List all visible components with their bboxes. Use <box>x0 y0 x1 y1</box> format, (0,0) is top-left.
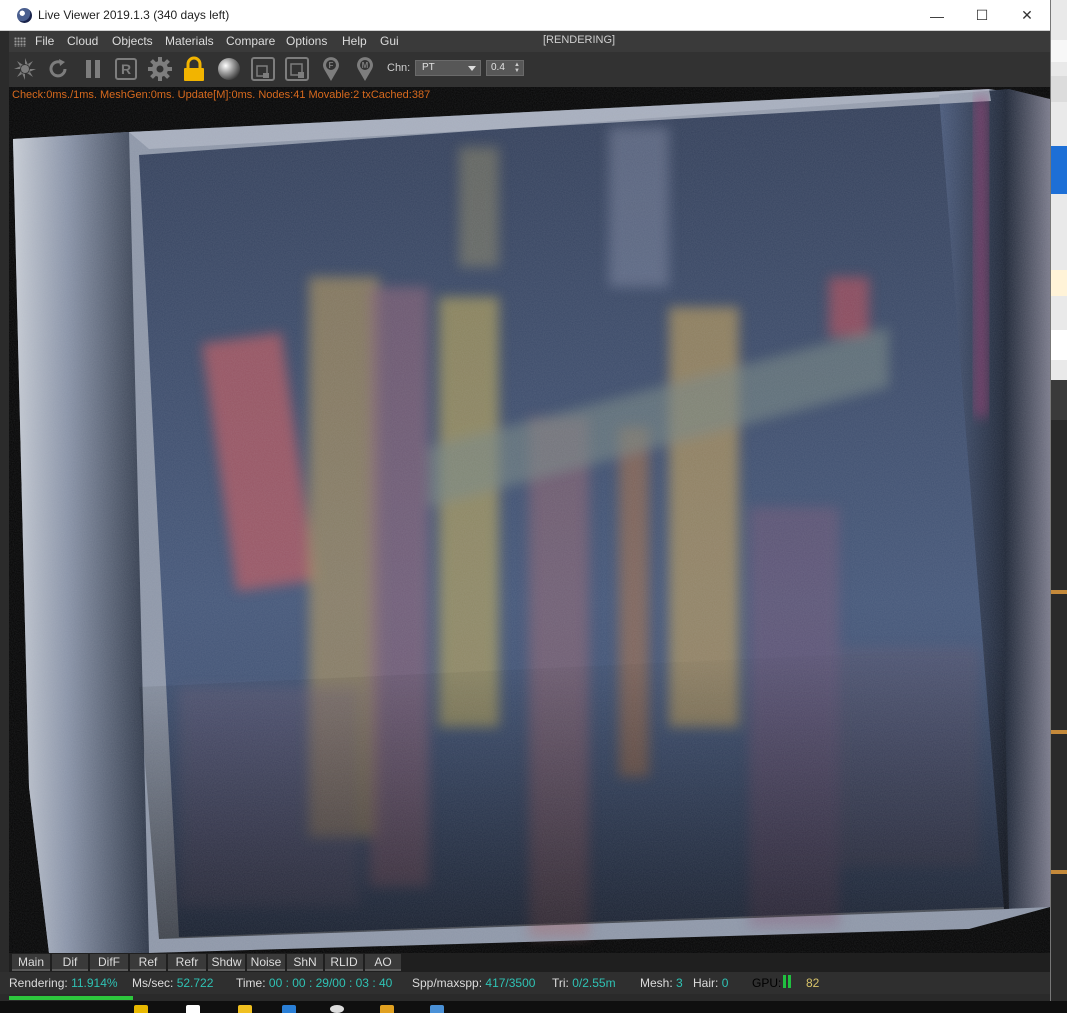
pass-tab-main[interactable]: Main <box>12 954 50 971</box>
pass-tab-ao[interactable]: AO <box>365 954 401 971</box>
octane-logo-icon[interactable] <box>11 55 39 83</box>
taskbar <box>0 1001 1067 1013</box>
menu-options[interactable]: Options <box>286 34 327 48</box>
status-rendering: Rendering: 11.914% <box>9 976 118 990</box>
pass-tab-dif[interactable]: Dif <box>52 954 88 971</box>
region-render-icon[interactable] <box>249 55 277 83</box>
render-viewport[interactable]: Check:0ms./1ms. MeshGen:0ms. Update[M]:0… <box>9 87 1050 953</box>
status-hair: Hair: 0 <box>693 976 729 990</box>
status-gpu-temp: 82 <box>806 976 820 990</box>
pass-tab-rlid[interactable]: RLID <box>325 954 363 971</box>
pass-tab-noise[interactable]: Noise <box>247 954 285 971</box>
menu-compare[interactable]: Compare <box>226 34 275 48</box>
render-stats-text: Check:0ms./1ms. MeshGen:0ms. Update[M]:0… <box>12 89 431 101</box>
status-spp: Spp/maxspp: 417/3500 <box>412 976 536 990</box>
taskbar-app-icon[interactable] <box>238 1005 252 1013</box>
menu-bar: File Cloud Objects Materials Compare Opt… <box>9 31 1050 52</box>
minimize-button[interactable]: — <box>914 0 960 31</box>
spinner-value: 0.4 <box>491 62 505 73</box>
menu-file[interactable]: File <box>35 34 54 48</box>
film-region-icon[interactable] <box>283 55 311 83</box>
render-progress-fill <box>9 996 133 1000</box>
svg-text:F: F <box>329 61 334 70</box>
close-button[interactable]: ✕ <box>1004 0 1050 31</box>
render-image <box>9 87 1050 953</box>
status-tri: Tri: 0/2.55m <box>552 976 616 990</box>
toolbar: R F M Chn: PT 0.4 ▲ ▼ <box>9 52 1050 87</box>
pass-tab-refr[interactable]: Refr <box>168 954 206 971</box>
status-bar: Rendering: 11.914% Ms/sec: 52.722 Time: … <box>0 972 1050 994</box>
spinner-arrows-icon[interactable]: ▲ ▼ <box>514 62 520 74</box>
material-sphere-icon[interactable] <box>215 55 243 83</box>
menu-help[interactable]: Help <box>342 34 367 48</box>
menu-objects[interactable]: Objects <box>112 34 153 48</box>
taskbar-app-icon[interactable] <box>430 1005 444 1013</box>
focus-pick-icon[interactable]: F <box>317 55 345 83</box>
title-bar: Live Viewer 2019.1.3 (340 days left) — ☐… <box>0 0 1050 31</box>
pause-icon[interactable] <box>79 55 107 83</box>
restart-icon[interactable] <box>44 55 72 83</box>
taskbar-app-icon[interactable] <box>380 1005 394 1013</box>
chevron-down-icon <box>468 66 476 71</box>
pass-tab-shdw[interactable]: Shdw <box>208 954 245 971</box>
menu-gui[interactable]: Gui <box>380 34 399 48</box>
taskbar-app-icon[interactable] <box>134 1005 148 1013</box>
app-logo-icon <box>17 8 32 23</box>
status-time: Time: 00 : 00 : 29/00 : 03 : 40 <box>236 976 393 990</box>
taskbar-app-icon[interactable] <box>282 1005 296 1013</box>
menu-cloud[interactable]: Cloud <box>67 34 98 48</box>
channel-value-spinner[interactable]: 0.4 ▲ ▼ <box>486 60 524 76</box>
gpu-usage-bars-icon <box>783 975 792 988</box>
maximize-button[interactable]: ☐ <box>959 0 1005 31</box>
taskbar-app-icon[interactable] <box>330 1005 344 1013</box>
svg-text:M: M <box>362 61 369 70</box>
material-pick-icon[interactable]: M <box>351 55 379 83</box>
live-viewer-window: Live Viewer 2019.1.3 (340 days left) — ☐… <box>0 0 1051 1001</box>
pass-tab-shn[interactable]: ShN <box>287 954 323 971</box>
settings-gear-icon[interactable] <box>146 55 174 83</box>
window-title: Live Viewer 2019.1.3 (340 days left) <box>38 8 230 22</box>
pass-tab-diff[interactable]: DifF <box>90 954 128 971</box>
render-pass-tabs: Main Dif DifF Ref Refr Shdw Noise ShN RL… <box>9 953 1050 972</box>
channel-label: Chn: <box>387 62 411 74</box>
background-app-window <box>1051 0 1067 1013</box>
taskbar-app-icon[interactable] <box>186 1005 200 1013</box>
lock-icon[interactable] <box>180 55 208 83</box>
pass-tab-ref[interactable]: Ref <box>130 954 166 971</box>
grip-handle-icon[interactable] <box>14 37 26 47</box>
menu-materials[interactable]: Materials <box>165 34 214 48</box>
channel-select[interactable]: PT <box>415 60 481 76</box>
render-progress-bar <box>9 994 1050 1001</box>
status-mesh: Mesh: 3 <box>640 976 683 990</box>
render-state-label: [RENDERING] <box>543 34 616 46</box>
reset-r-icon[interactable]: R <box>112 55 140 83</box>
status-mssec: Ms/sec: 52.722 <box>132 976 214 990</box>
svg-text:R: R <box>121 61 131 77</box>
channel-select-value: PT <box>422 62 435 73</box>
status-gpu-label: GPU: <box>752 976 782 990</box>
